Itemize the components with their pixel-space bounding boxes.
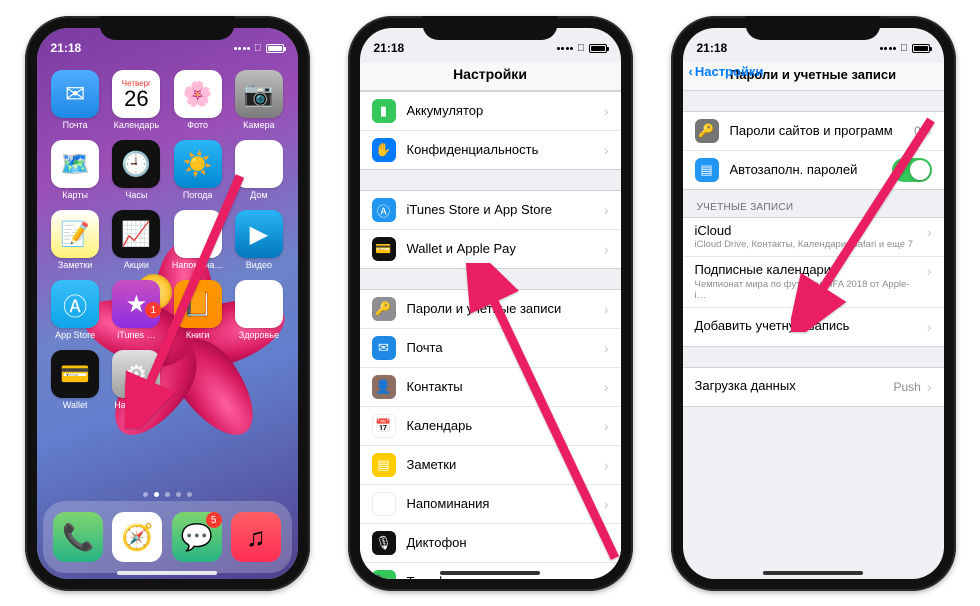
- app-maps[interactable]: 🗺️Карты: [47, 140, 104, 200]
- chevron-right-icon: ›: [604, 202, 609, 218]
- annotation-arrow: [465, 263, 621, 578]
- app-notes[interactable]: 📝Заметки: [47, 210, 104, 270]
- mail-icon: ✉︎: [51, 70, 99, 118]
- notch: [746, 16, 881, 40]
- app-appstore[interactable]: ⒶApp Store: [47, 280, 104, 340]
- home-indicator[interactable]: [763, 571, 863, 575]
- status-time: 21:18: [697, 41, 728, 55]
- back-button[interactable]: ‹Настройки: [689, 64, 764, 79]
- row-privacy[interactable]: ✋Конфиденциальность›: [360, 131, 621, 169]
- app-calendar[interactable]: Четверг26Календарь: [108, 70, 165, 130]
- home-screen: 21:18 􀙇 ✉︎Почта Четверг26Календарь 🌸Фото…: [37, 28, 298, 579]
- dock-safari[interactable]: 🧭: [112, 512, 162, 562]
- status-icons: 􀙇: [234, 43, 284, 54]
- dock-phone[interactable]: 📞: [53, 512, 103, 562]
- notch: [423, 16, 558, 40]
- app-camera[interactable]: 📷Камера: [230, 70, 287, 130]
- wallet-icon: 💳: [372, 237, 396, 261]
- home-indicator[interactable]: [117, 571, 217, 575]
- settings-screen: 21:18 􀙇 Настройки ▮Аккумулятор› ✋Конфиде…: [360, 28, 621, 579]
- phone-settings: 21:18 􀙇 Настройки ▮Аккумулятор› ✋Конфиде…: [348, 16, 633, 591]
- phone-home: 21:18 􀙇 ✉︎Почта Четверг26Календарь 🌸Фото…: [25, 16, 310, 591]
- app-mail[interactable]: ✉︎Почта: [47, 70, 104, 130]
- accounts-screen: 21:18 􀙇 ‹Настройки Пароли и учетные запи…: [683, 28, 944, 579]
- status-time: 21:18: [374, 41, 405, 55]
- phone-accounts: 21:18 􀙇 ‹Настройки Пароли и учетные запи…: [671, 16, 956, 591]
- app-wallet[interactable]: 💳Wallet: [47, 350, 104, 410]
- chevron-right-icon: ›: [927, 379, 932, 395]
- autofill-icon: ▤: [695, 158, 719, 182]
- key-icon: 🔑: [372, 297, 396, 321]
- dock: 📞 🧭 💬 5 ♫: [43, 501, 292, 573]
- reminders-icon: ☑︎: [372, 492, 396, 516]
- annotation-arrow: [791, 112, 944, 337]
- notes-icon: ▤: [372, 453, 396, 477]
- calendar-icon: 📅: [372, 414, 396, 438]
- page-title: Настройки: [360, 62, 621, 91]
- photos-icon: 🌸: [174, 70, 222, 118]
- chevron-right-icon: ›: [604, 142, 609, 158]
- notes-icon: 📝: [51, 210, 99, 258]
- dock-music[interactable]: ♫: [231, 512, 281, 562]
- app-photos[interactable]: 🌸Фото: [169, 70, 226, 130]
- notch: [100, 16, 235, 40]
- page-title: ‹Настройки Пароли и учетные записи: [683, 62, 944, 91]
- wallpaper: 21:18 􀙇 ✉︎Почта Четверг26Календарь 🌸Фото…: [37, 28, 298, 579]
- status-time: 21:18: [51, 41, 82, 55]
- chevron-left-icon: ‹: [689, 64, 693, 79]
- privacy-icon: ✋: [372, 138, 396, 162]
- contacts-icon: 👤: [372, 375, 396, 399]
- appstore-icon: Ⓐ: [51, 280, 99, 328]
- wallet-icon: 💳: [51, 350, 99, 398]
- messages-badge: 5: [206, 512, 222, 528]
- camera-icon: 📷: [235, 70, 283, 118]
- battery-icon: ▮: [372, 99, 396, 123]
- phone-icon: 📞: [372, 570, 396, 579]
- row-fetch[interactable]: Загрузка данных Push›: [683, 368, 944, 406]
- fetch-value: Push: [893, 380, 920, 394]
- row-battery[interactable]: ▮Аккумулятор›: [360, 92, 621, 131]
- dictaphone-icon: 🎙: [372, 531, 396, 555]
- home-indicator[interactable]: [440, 571, 540, 575]
- key-icon: 🔑: [695, 119, 719, 143]
- row-itunes-store[interactable]: ⒶiTunes Store и App Store›: [360, 191, 621, 230]
- chevron-right-icon: ›: [604, 241, 609, 257]
- chevron-right-icon: ›: [604, 103, 609, 119]
- annotation-arrow: [125, 168, 265, 433]
- appstore-icon: Ⓐ: [372, 198, 396, 222]
- mail-icon: ✉︎: [372, 336, 396, 360]
- page-dots: [37, 492, 298, 497]
- calendar-icon: Четверг26: [112, 70, 160, 118]
- maps-icon: 🗺️: [51, 140, 99, 188]
